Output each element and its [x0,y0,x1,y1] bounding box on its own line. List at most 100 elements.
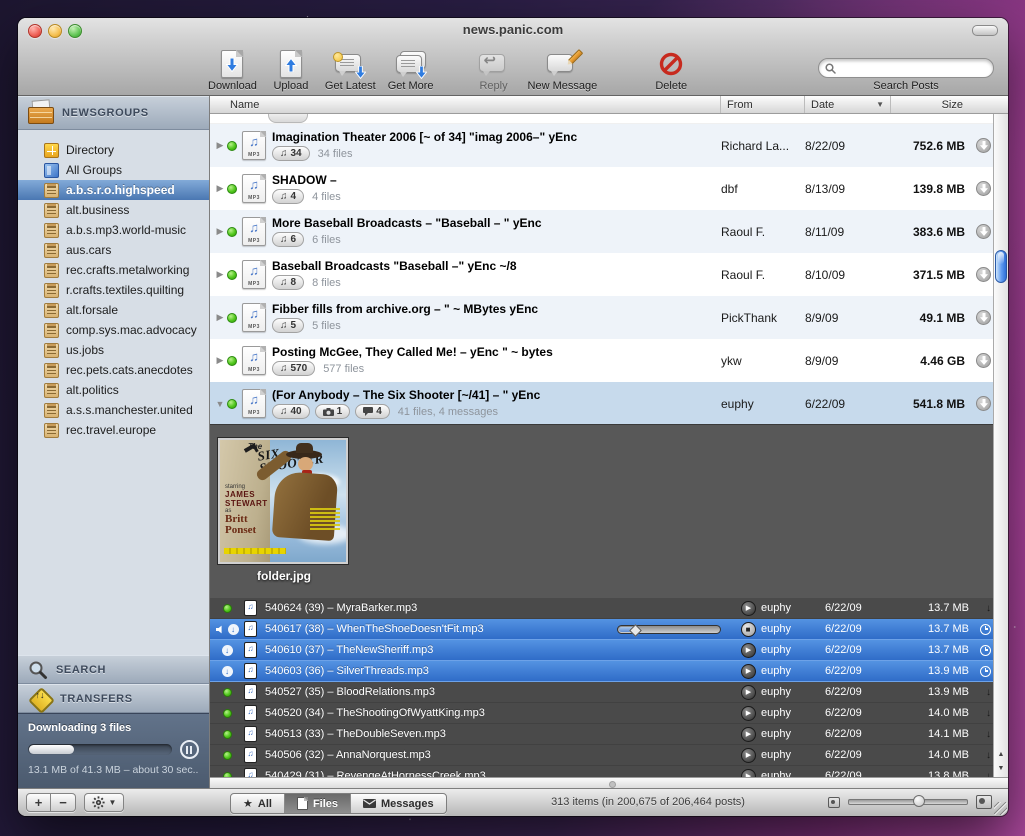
reply-button[interactable]: ↩ Reply [472,49,516,92]
sidebar-newsgroup-item[interactable]: alt.politics [18,380,209,400]
play-stop-button[interactable] [735,664,761,679]
horizontal-scrollbar[interactable] [210,777,1008,788]
file-row[interactable]: ↓ 540603 (36) – SilverThreads.mp3 euphy … [210,661,1008,682]
slider-knob[interactable] [913,795,925,807]
search-field[interactable] [818,58,994,78]
sidebar-newsgroup-item[interactable]: alt.business [18,200,209,220]
play-stop-button[interactable] [735,643,761,658]
column-header-name[interactable]: Name [210,96,721,113]
files-count-label: 41 files, 4 messages [398,406,498,418]
sidebar-newsgroup-item[interactable]: Directory [18,140,209,160]
play-stop-button[interactable] [735,706,761,721]
post-row[interactable]: ♫MP3 Imagination Theater 2006 [~ of 34] … [210,124,1008,167]
play-stop-button[interactable] [735,685,761,700]
sidebar-newsgroup-item[interactable]: a.b.s.mp3.world-music [18,220,209,240]
new-message-button[interactable]: New Message [528,49,598,92]
sidebar-newsgroup-item[interactable]: All Groups [18,160,209,180]
disclosure-triangle-icon[interactable] [214,312,226,323]
attachment-thumbnail[interactable]: The SIXSHOOTER starring JAMES STEWART as [218,438,350,583]
post-row[interactable]: ♫MP3 Posting McGee, They Called Me! – yE… [210,339,1008,382]
sidebar-newsgroup-item[interactable]: us.jobs [18,340,209,360]
file-row[interactable]: ↓ 540527 (35) – BloodRelations.mp3 euphy… [210,682,1008,703]
disclosure-triangle-icon[interactable] [214,183,226,194]
scroll-up-arrow[interactable]: ▲ [994,749,1008,761]
scroll-down-arrow[interactable]: ▼ [994,763,1008,775]
sidebar-newsgroup-item[interactable]: rec.crafts.metalworking [18,260,209,280]
download-post-button[interactable] [965,224,991,239]
column-header-size[interactable]: Size [891,99,965,111]
filter-all-button[interactable]: ★ All [231,794,285,813]
download-button[interactable]: Download [208,49,257,92]
search-section-header[interactable]: SEARCH [18,655,209,684]
disclosure-triangle-icon[interactable] [214,269,226,280]
sidebar-newsgroup-item[interactable]: rec.pets.cats.anecdotes [18,360,209,380]
camera-icon [323,408,334,416]
filter-messages-button[interactable]: Messages [351,794,446,813]
delete-button[interactable]: Delete [649,49,693,92]
file-row[interactable]: ↓ 540429 (31) – RevengeAtHornessCreek.mp… [210,766,1008,777]
file-row[interactable]: ↓ 540506 (32) – AnnaNorquest.mp3 euphy 6… [210,745,1008,766]
upload-button[interactable]: Upload [269,49,313,92]
sidebar-newsgroup-item[interactable]: aus.cars [18,240,209,260]
play-stop-button[interactable] [735,748,761,763]
play-stop-button[interactable] [735,769,761,778]
newsgroups-section-header[interactable]: NEWSGROUPS [18,96,209,130]
play-stop-button[interactable] [735,601,761,616]
vertical-scrollbar[interactable]: ▲ ▼ [993,114,1008,777]
sidebar-newsgroup-item[interactable]: alt.forsale [18,300,209,320]
disclosure-triangle-icon[interactable] [214,140,226,151]
transfers-section-header[interactable]: ↑↓ TRANSFERS [18,684,209,713]
download-post-button[interactable] [965,396,991,411]
resize-grip[interactable] [994,802,1007,815]
music-count-badge: ♫8 [272,275,304,290]
download-post-button[interactable] [965,138,991,153]
disclosure-triangle-icon[interactable] [214,399,226,409]
post-row[interactable]: ♫MP3 (For Anybody – The Six Shooter [~/4… [210,382,1008,424]
download-post-button[interactable] [965,267,991,282]
play-stop-button[interactable] [735,727,761,742]
scrubber-thumb[interactable] [629,624,642,637]
column-header-date[interactable]: Date▼ [805,96,891,113]
sidebar-newsgroup-item[interactable]: comp.sys.mac.advocacy [18,320,209,340]
file-from: euphy [761,623,825,635]
disclosure-triangle-icon[interactable] [214,355,226,366]
post-row[interactable]: ♫MP3 Baseball Broadcasts "Baseball –" yE… [210,253,1008,296]
file-row[interactable]: ↓ 540610 (37) – TheNewSheriff.mp3 euphy … [210,640,1008,661]
post-row[interactable]: ♫MP3 SHADOW – ♫4 4 files dbf 8/13/09 [210,167,1008,210]
filter-files-button[interactable]: Files [285,794,351,813]
pause-transfers-button[interactable] [180,740,199,759]
file-row[interactable]: ↓ 540513 (33) – TheDoubleSeven.mp3 euphy… [210,724,1008,745]
disclosure-triangle-icon[interactable] [214,226,226,237]
get-more-button[interactable]: Get More [388,49,434,92]
get-latest-button[interactable]: Get Latest [325,49,376,92]
slider-track[interactable] [848,799,968,805]
sidebar-newsgroup-item[interactable]: a.s.s.manchester.united [18,400,209,420]
scrollbar-thumb[interactable] [995,250,1007,283]
file-row[interactable]: ↓ 540520 (34) – TheShootingOfWyattKing.m… [210,703,1008,724]
file-date: 6/22/09 [825,644,903,656]
remove-button[interactable]: − [51,793,76,812]
newsgroup-label: r.crafts.textiles.quilting [66,283,184,297]
post-row[interactable]: ♫MP3 Fibber fills from archive.org – " ~… [210,296,1008,339]
action-gear-button[interactable]: ▼ [84,793,124,812]
sidebar-newsgroup-item[interactable]: rec.travel.europe [18,420,209,440]
file-row[interactable]: ↓ 540624 (39) – MyraBarker.mp3 euphy 6/2… [210,598,1008,619]
sidebar-newsgroup-item[interactable]: r.crafts.textiles.quilting [18,280,209,300]
file-row[interactable]: ↓ 540617 (38) – WhenTheShoeDoesn'tFit.mp… [210,619,1008,640]
add-button[interactable]: + [26,793,51,812]
post-row[interactable]: ♫MP3 More Baseball Broadcasts – "Basebal… [210,210,1008,253]
download-post-button[interactable] [965,353,991,368]
file-size: 14.0 MB [903,707,969,719]
downloaded-arrow-icon: ↓ [986,729,991,740]
search-input[interactable] [840,61,987,75]
sidebar-newsgroup-item[interactable]: a.b.s.r.o.highspeed [18,180,209,200]
column-header-from[interactable]: From [721,96,805,113]
title-bar[interactable]: news.panic.com [18,18,1008,42]
play-stop-button[interactable] [735,622,761,637]
file-date: 6/22/09 [825,623,903,635]
toolbar-toggle-button[interactable] [972,25,998,36]
audio-scrubber[interactable] [617,625,727,634]
download-post-button[interactable] [965,181,991,196]
download-post-button[interactable] [965,310,991,325]
file-name: 540624 (39) – MyraBarker.mp3 [265,602,735,614]
